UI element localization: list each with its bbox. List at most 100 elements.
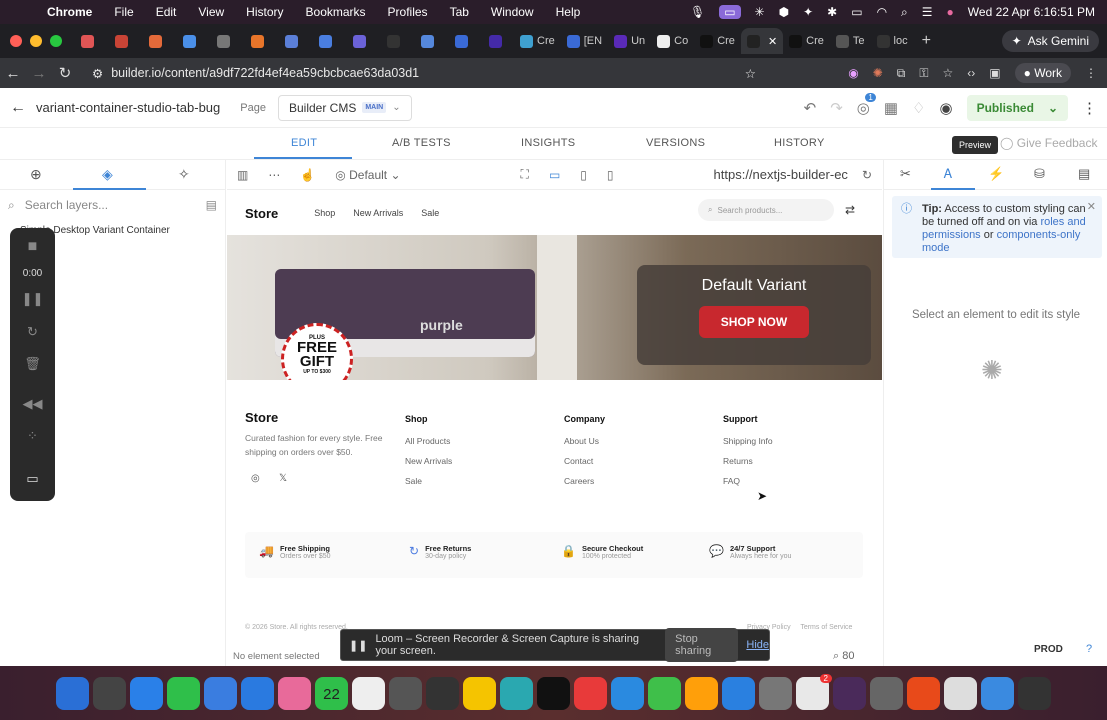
store-logo[interactable]: Store (245, 206, 278, 221)
browser-tab[interactable] (208, 28, 242, 54)
clock-datetime[interactable]: Wed 22 Apr 6:16:51 PM (968, 5, 1095, 19)
cart-icon[interactable]: ⇄ (845, 203, 855, 217)
browser-tab[interactable] (242, 28, 276, 54)
environment-label[interactable]: PROD (1034, 644, 1063, 655)
browser-tab[interactable]: Cre (514, 28, 561, 54)
reload-icon[interactable]: ↻ (852, 168, 882, 182)
close-tab-icon[interactable]: ✕ (768, 35, 777, 48)
product-search-input[interactable]: Search products... (717, 206, 782, 215)
sparkle-icon[interactable]: ✳ (755, 5, 765, 19)
footer-link[interactable]: All Products (405, 436, 452, 446)
site-settings-icon[interactable]: ⚙ (92, 66, 103, 81)
rewind-icon[interactable]: ◀◀ (10, 396, 55, 412)
dock-app-icon[interactable] (389, 676, 422, 710)
dock-app-icon[interactable] (204, 676, 237, 710)
shield-icon[interactable]: ⬢ (779, 5, 789, 19)
browser-tab[interactable] (480, 28, 514, 54)
chevron-down-icon[interactable]: ⌄ (1048, 101, 1058, 115)
x-twitter-icon[interactable]: 𝕏 (279, 473, 287, 484)
redo-icon[interactable]: ↷ (830, 99, 843, 117)
tip-close-icon[interactable]: ✕ (1087, 201, 1096, 214)
terms-link[interactable]: Terms of Service (800, 624, 852, 631)
menu-profiles[interactable]: Profiles (377, 5, 439, 19)
menu-file[interactable]: File (103, 5, 144, 19)
ask-gemini-button[interactable]: ✦ Ask Gemini (1001, 30, 1099, 52)
ai-sparkle-icon[interactable]: ✧ (178, 166, 190, 183)
back-arrow-icon[interactable]: ← (0, 99, 36, 117)
dock-app-icon[interactable] (870, 676, 903, 710)
forward-arrow-icon[interactable]: → (26, 65, 52, 82)
browser-tab[interactable] (106, 28, 140, 54)
menu-app-name[interactable]: Chrome (36, 5, 103, 19)
footer-link[interactable]: Careers (564, 476, 605, 486)
footer-link[interactable]: About Us (564, 436, 605, 446)
password-key-icon[interactable]: ⚿ (919, 66, 928, 81)
layers-icon[interactable]: ◈ (102, 166, 113, 183)
new-tab-button[interactable]: + (914, 32, 939, 50)
bell-icon[interactable]: ♢ (912, 99, 925, 117)
bookmark-star-icon[interactable]: ☆ (745, 66, 756, 81)
dock-app-icon[interactable] (56, 676, 89, 710)
star-icon[interactable]: ✦ (803, 5, 813, 19)
schedule-calendar-icon[interactable]: ▦ (884, 99, 898, 117)
notifications-icon[interactable]: ◎ 1 (857, 92, 876, 117)
screen-share-icon[interactable]: ▭ (719, 5, 741, 19)
publish-button[interactable]: Published ⌄ (966, 94, 1068, 121)
browser-tab[interactable]: Te (830, 28, 871, 54)
more-menu-icon[interactable]: ⋮ (1085, 66, 1097, 80)
dock-app-icon[interactable] (500, 676, 533, 710)
delete-trash-icon[interactable]: 🗑 (10, 356, 55, 372)
tab-edit[interactable]: EDIT (291, 137, 317, 149)
desktop-view-icon[interactable]: ▭ (539, 168, 570, 182)
layer-search[interactable]: ⌕ Search layers... ▤ (0, 190, 225, 220)
dock-app-icon[interactable] (685, 676, 718, 710)
menu-help[interactable]: Help (545, 5, 592, 19)
menu-tab[interactable]: Tab (439, 5, 480, 19)
collapse-icon[interactable]: ▤ (206, 198, 225, 212)
dock-app-icon[interactable] (648, 676, 681, 710)
targeting-selector[interactable]: ◎ Default ⌄ (325, 168, 410, 182)
dock-app-icon[interactable] (981, 676, 1014, 710)
dock-app-icon[interactable] (278, 676, 311, 710)
menu-window[interactable]: Window (480, 5, 545, 19)
tab-history[interactable]: HISTORY (774, 137, 825, 149)
browser-tab[interactable]: Cre (783, 28, 830, 54)
claude-extension-icon[interactable]: ✺ (873, 66, 883, 80)
dock-app-icon[interactable] (167, 676, 200, 710)
nav-sale[interactable]: Sale (421, 208, 439, 218)
reload-icon[interactable]: ↻ (52, 64, 78, 82)
footer-link[interactable]: Returns (723, 456, 773, 466)
restart-icon[interactable]: ↻ (10, 324, 55, 340)
extension-icon[interactable]: ◉ (848, 66, 858, 80)
browser-tab[interactable]: Cre (694, 28, 741, 54)
undo-icon[interactable]: ↶ (804, 99, 817, 117)
browser-tab[interactable] (344, 28, 378, 54)
dock-app-icon[interactable] (352, 676, 385, 710)
menu-view[interactable]: View (187, 5, 235, 19)
footer-link[interactable]: Shipping Info (723, 436, 773, 446)
insert-plus-icon[interactable]: ⊕ (30, 166, 42, 183)
footer-link[interactable]: New Arrivals (405, 456, 452, 466)
preview-eye-icon[interactable]: ◉ (940, 99, 953, 117)
dock-app-icon[interactable] (944, 676, 977, 710)
give-feedback-button[interactable]: ◯ Give Feedback (1000, 136, 1097, 150)
maximize-window-button[interactable] (50, 35, 62, 47)
camera-icon[interactable]: ▭ (10, 471, 55, 487)
browser-tab[interactable] (310, 28, 344, 54)
dock-app-icon[interactable] (130, 676, 163, 710)
grid-icon[interactable]: ⋯ (258, 168, 290, 182)
help-icon[interactable]: ? (1086, 643, 1092, 655)
footer-link[interactable]: FAQ (723, 476, 773, 486)
browser-tab[interactable]: [EN (561, 28, 608, 54)
dock-app-icon[interactable] (611, 676, 644, 710)
browser-tab[interactable] (72, 28, 106, 54)
close-window-button[interactable] (10, 35, 22, 47)
product-search[interactable]: ⌕ Search products... (698, 199, 834, 221)
mobile-view-icon[interactable]: ▯ (597, 168, 624, 182)
dock-app-icon[interactable] (463, 676, 496, 710)
stop-sharing-button[interactable]: Stop sharing (665, 628, 739, 662)
browser-tab[interactable] (412, 28, 446, 54)
dock-app-icon[interactable] (833, 676, 866, 710)
minimize-window-button[interactable] (30, 35, 42, 47)
preview-canvas[interactable]: Store Shop New Arrivals Sale ⌕ Search pr… (227, 191, 882, 647)
